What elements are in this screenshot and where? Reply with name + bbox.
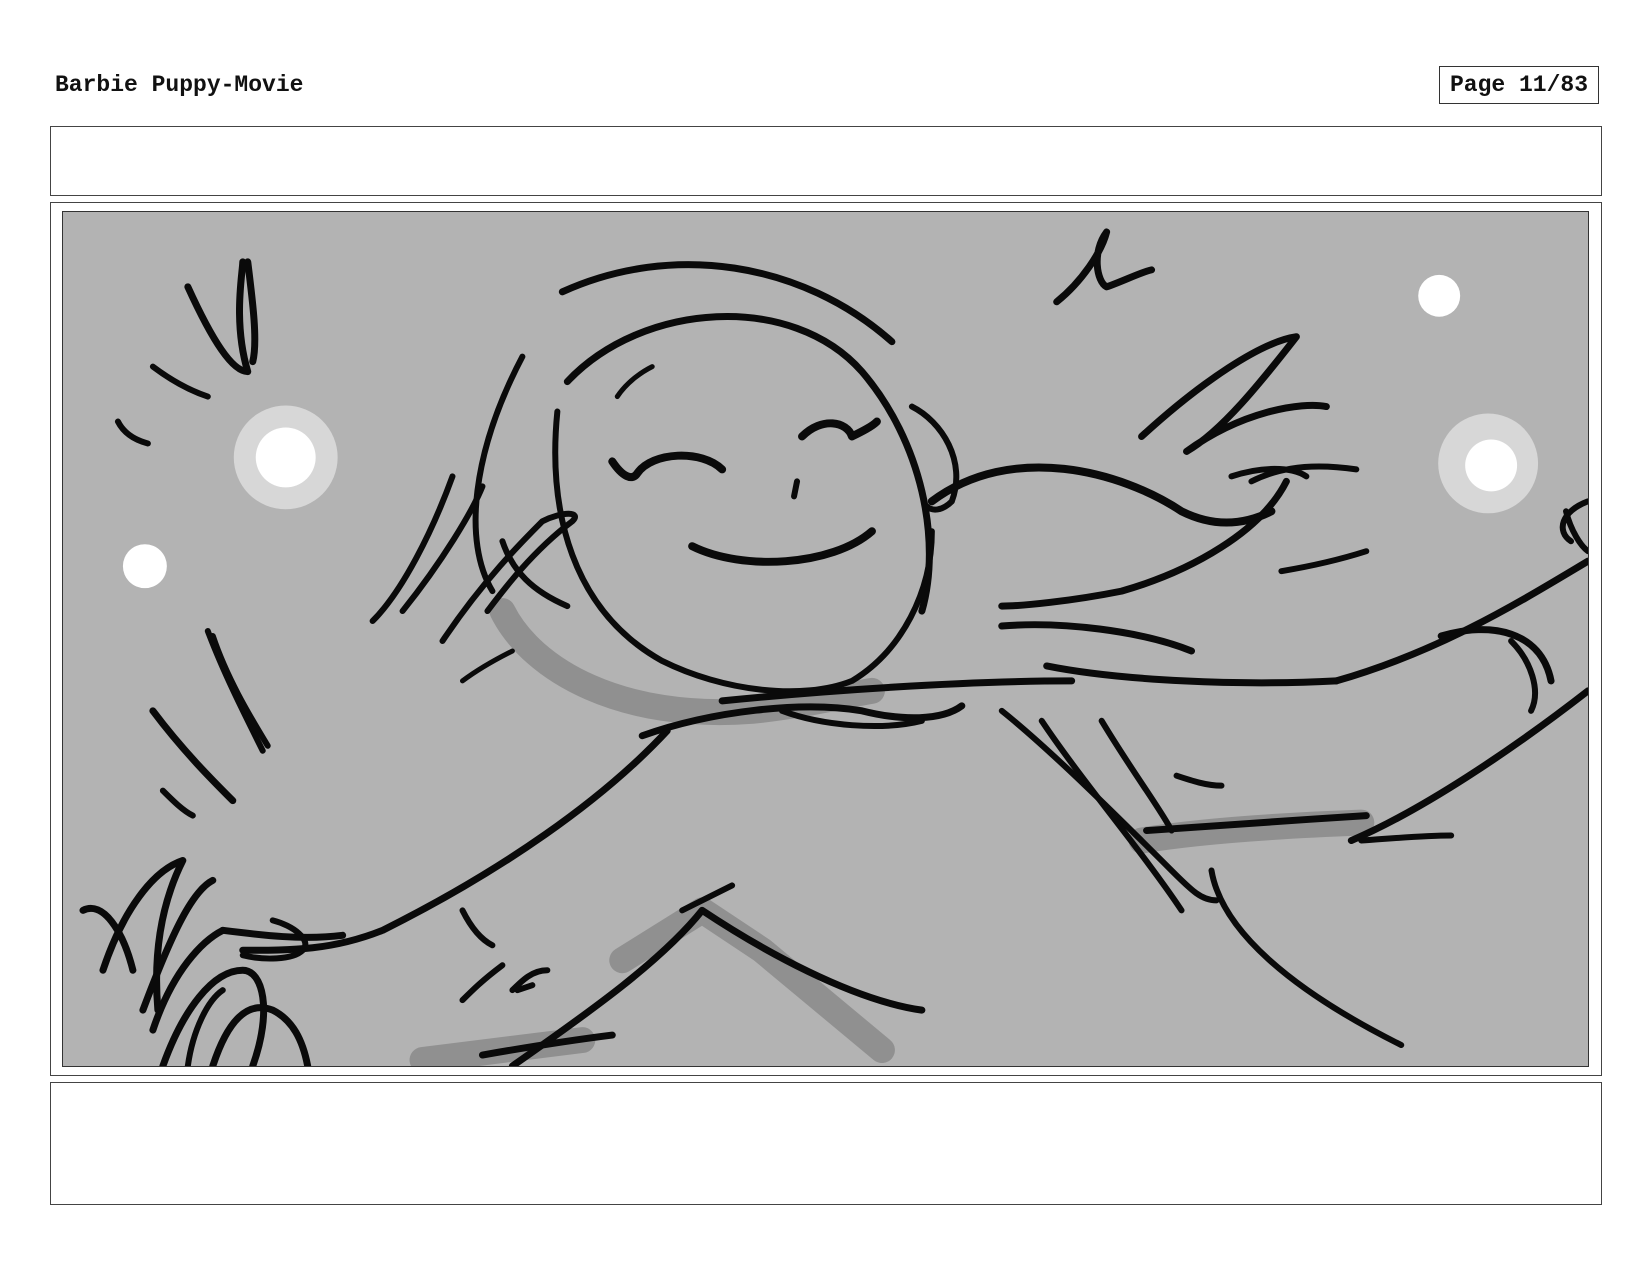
page-number-badge: Page 11/83 [1439, 66, 1599, 104]
storyboard-panel-image [62, 211, 1589, 1067]
storyboard-sketch-girl-smiling-icon [79, 228, 1588, 1066]
document-title: Barbie Puppy-Movie [55, 72, 304, 98]
notes-box-bottom [50, 1082, 1602, 1205]
notes-box-top [50, 126, 1602, 196]
